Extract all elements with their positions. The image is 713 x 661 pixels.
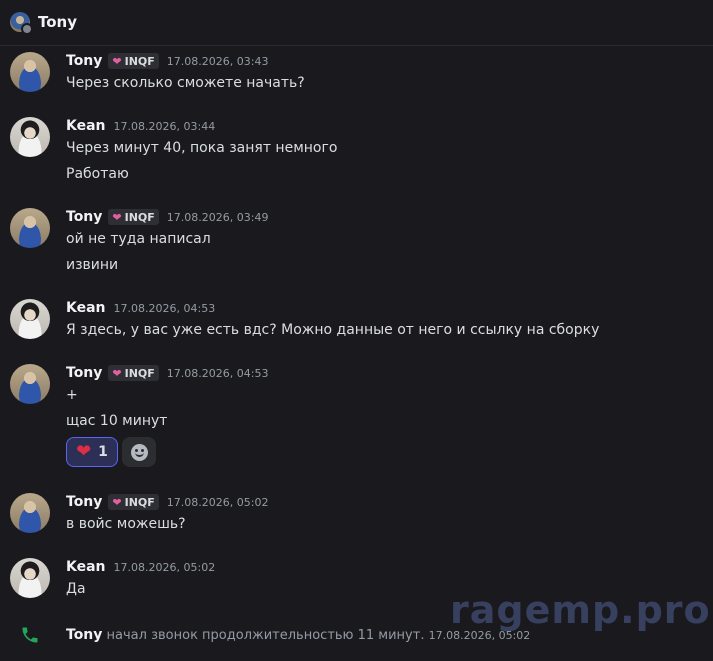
- message-text: Через сколько сможете начать?: [66, 75, 305, 91]
- message-text: ой не туда написал: [66, 231, 211, 247]
- timestamp: 17.08.2026, 05:02: [113, 560, 216, 574]
- heart-icon: ❤: [112, 495, 122, 509]
- guild-tag[interactable]: ❤ INQF: [108, 209, 159, 225]
- reaction-heart[interactable]: ❤ 1: [66, 437, 118, 467]
- message-text: Я здесь, у вас уже есть вдс? Можно данны…: [66, 322, 600, 338]
- avatar[interactable]: [10, 208, 50, 248]
- phone-icon: [22, 627, 38, 643]
- message-text: +: [66, 387, 78, 403]
- avatar[interactable]: [10, 117, 50, 157]
- heart-icon: ❤: [112, 54, 122, 68]
- heart-icon: ❤: [112, 366, 122, 380]
- smile-icon: [130, 443, 148, 461]
- author-name[interactable]: Kean: [66, 118, 106, 134]
- author-name[interactable]: Tony: [66, 494, 102, 510]
- dm-title[interactable]: Tony: [38, 13, 77, 31]
- add-reaction-button[interactable]: [122, 437, 156, 467]
- call-timestamp: 17.08.2026, 05:02: [428, 629, 531, 642]
- call-system-message: Tony начал звонок продолжительностью 11 …: [0, 625, 713, 645]
- author-name[interactable]: Kean: [66, 300, 106, 316]
- timestamp: 17.08.2026, 04:53: [166, 366, 269, 380]
- guild-tag[interactable]: ❤ INQF: [108, 53, 159, 69]
- guild-tag[interactable]: ❤ INQF: [108, 365, 159, 381]
- message-text: Работаю: [66, 166, 129, 182]
- avatar[interactable]: [10, 558, 50, 598]
- timestamp: 17.08.2026, 03:49: [166, 210, 269, 224]
- avatar[interactable]: [10, 493, 50, 533]
- status-indicator: [21, 23, 33, 35]
- timestamp: 17.08.2026, 05:02: [166, 495, 269, 509]
- header-avatar[interactable]: [10, 12, 33, 35]
- reaction-count: 1: [98, 444, 108, 460]
- timestamp: 17.08.2026, 03:44: [113, 119, 216, 133]
- avatar[interactable]: [10, 52, 50, 92]
- call-description: начал звонок продолжительностью 11 минут…: [102, 628, 429, 643]
- author-name[interactable]: Tony: [66, 365, 102, 381]
- guild-tag[interactable]: ❤ INQF: [108, 494, 159, 510]
- call-author[interactable]: Tony: [66, 627, 102, 643]
- author-name[interactable]: Kean: [66, 559, 106, 575]
- message-text: в войс можешь?: [66, 516, 186, 532]
- author-name[interactable]: Tony: [66, 209, 102, 225]
- author-name[interactable]: Tony: [66, 53, 102, 69]
- timestamp: 17.08.2026, 04:53: [113, 301, 216, 315]
- heart-icon: ❤: [112, 210, 122, 224]
- timestamp: 17.08.2026, 03:43: [166, 54, 269, 68]
- message-text: извини: [66, 257, 119, 273]
- dm-header: Tony: [0, 0, 713, 46]
- avatar[interactable]: [10, 364, 50, 404]
- message-text: Да: [66, 581, 86, 597]
- message-text: Через минут 40, пока занят немного: [66, 140, 338, 156]
- heart-emoji-icon: ❤: [76, 441, 92, 462]
- message-text: щас 10 минут: [66, 413, 168, 429]
- avatar[interactable]: [10, 299, 50, 339]
